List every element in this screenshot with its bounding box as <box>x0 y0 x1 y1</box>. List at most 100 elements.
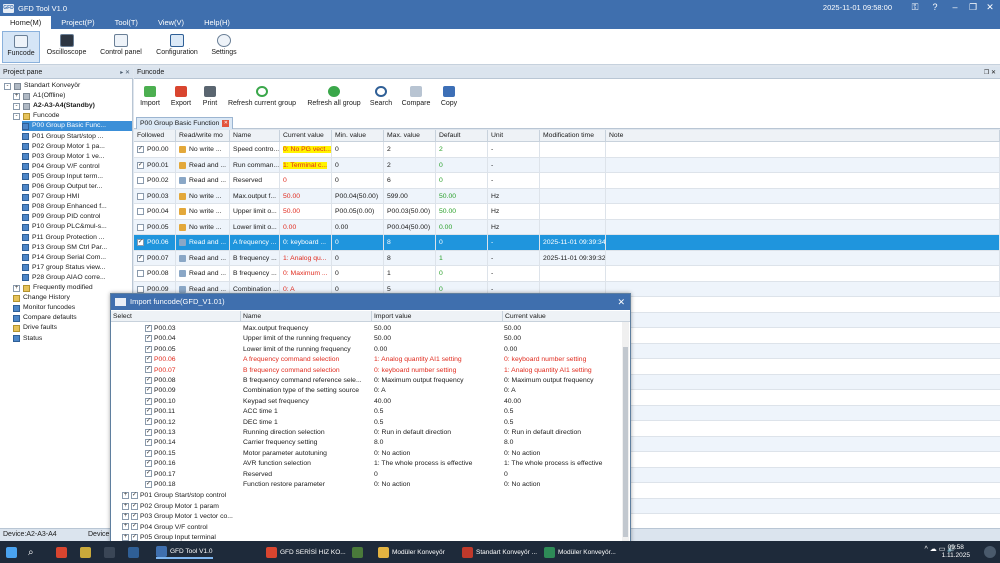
table-row[interactable]: ✓ P00.06 Read and ... A frequency ... 0: key… <box>134 235 1000 251</box>
control-panel-button[interactable]: Control panel <box>96 31 146 63</box>
expand-icon[interactable]: + <box>13 92 20 100</box>
tree-item[interactable]: P01 Group Start/stop ... <box>22 132 103 142</box>
notification-icon[interactable] <box>984 546 996 558</box>
import-row[interactable]: ✓ P00.18 Function restore parameter 0: No a… <box>111 480 623 490</box>
maximize-button[interactable]: ❐ <box>966 1 980 14</box>
tree-item[interactable]: P14 Group Serial Com... <box>22 253 106 263</box>
tree-item[interactable]: P02 Group Motor 1 pa... <box>22 142 105 152</box>
import-checkbox[interactable]: ✓ <box>145 355 152 363</box>
tree-item[interactable]: Change History <box>13 293 70 303</box>
followed-checkbox[interactable]: ✓ <box>137 239 144 246</box>
import-button[interactable]: Import <box>138 83 162 107</box>
import-checkbox[interactable]: ✓ <box>145 387 152 395</box>
table-row[interactable]: P00.02 Read and ... Reserved 0 0 6 0 - <box>134 173 1000 189</box>
search-button[interactable]: Search <box>368 83 394 107</box>
followed-checkbox[interactable]: ✓ <box>137 146 144 153</box>
settings-button[interactable]: Settings <box>207 31 241 63</box>
column-header[interactable]: Modification time <box>540 130 606 142</box>
import-row[interactable]: ✓ P00.16 AVR function selection 1: The whol… <box>111 459 623 469</box>
app-icon-red[interactable] <box>56 545 70 559</box>
tree-item[interactable]: P13 Group SM Ctrl Par... <box>22 243 107 253</box>
help-icon[interactable]: ? <box>928 1 942 14</box>
expand-icon[interactable]: + <box>122 512 129 520</box>
group-checkbox[interactable]: ✓ <box>131 502 138 510</box>
tree-item[interactable]: + A1(Offline) <box>13 91 65 101</box>
import-row[interactable]: ✓ P00.06 A frequency command selection 1: A… <box>111 355 623 365</box>
import-row[interactable]: ✓ P00.07 B frequency command selection 0: k… <box>111 366 623 376</box>
close-button[interactable]: ✕ <box>983 1 997 14</box>
column-header[interactable]: Min. value <box>332 130 384 142</box>
import-checkbox[interactable]: ✓ <box>145 397 152 405</box>
menu-project[interactable]: Project(P) <box>51 16 104 29</box>
table-row[interactable]: P00.08 Read and ... B frequency ... 0: Maxi… <box>134 266 1000 282</box>
tree-item[interactable]: P06 Group Output ter... <box>22 182 102 192</box>
column-header[interactable]: Default <box>436 130 488 142</box>
taskbar-app[interactable]: GFD SERİSİ HIZ KO... <box>266 545 346 559</box>
app-icon-blue[interactable] <box>128 545 142 559</box>
import-row[interactable]: ✓ P00.13 Running direction selection 0: Run… <box>111 428 623 438</box>
tab-p00-group[interactable]: P00 Group Basic Function ✕ <box>136 117 234 129</box>
import-checkbox[interactable]: ✓ <box>145 480 152 488</box>
expand-icon[interactable]: + <box>122 492 129 500</box>
followed-checkbox[interactable] <box>137 192 144 200</box>
dialog-close-button[interactable]: ✕ <box>617 294 625 310</box>
import-group-row[interactable]: + ✓ P04 Group V/F control <box>111 523 623 533</box>
followed-checkbox[interactable] <box>137 270 144 277</box>
app-icon-tool[interactable] <box>80 545 94 559</box>
import-checkbox[interactable]: ✓ <box>145 366 152 374</box>
tree-item[interactable]: - Standart Konveyör <box>4 81 80 91</box>
menu-view[interactable]: View(V) <box>148 16 194 29</box>
followed-checkbox[interactable] <box>137 285 144 293</box>
menu-home[interactable]: Home(M) <box>0 16 52 29</box>
note-cell[interactable] <box>606 188 1000 204</box>
expand-icon[interactable]: + <box>122 502 129 510</box>
start-button[interactable] <box>6 545 20 559</box>
tree-item[interactable]: P05 Group Input term... <box>22 172 103 182</box>
column-header[interactable]: Current value <box>280 130 332 142</box>
tree-item[interactable]: P10 Group PLC&mul-s... <box>22 222 107 232</box>
note-cell[interactable] <box>606 142 1000 157</box>
tree-item[interactable]: P00 Group Basic Func... <box>22 121 132 132</box>
table-row[interactable]: P00.05 No write ... Lower limit o... 0.00 0.… <box>134 219 1000 235</box>
tree-item[interactable]: P28 Group AIAO corre... <box>22 273 106 283</box>
import-checkbox[interactable]: ✓ <box>145 449 152 457</box>
tree-item[interactable]: P17 group Status view... <box>22 263 105 273</box>
pane-pin-icon[interactable]: ▸ ✕ <box>120 67 130 79</box>
taskbar-clock[interactable]: 09:58 1.11.2025 <box>942 544 970 560</box>
import-checkbox[interactable]: ✓ <box>145 345 152 353</box>
menu-tool[interactable]: Tool(T) <box>105 16 148 29</box>
note-cell[interactable] <box>606 219 1000 235</box>
refresh-current-group-button[interactable]: Refresh current group <box>226 83 298 107</box>
followed-checkbox[interactable] <box>137 223 144 231</box>
table-row[interactable]: P00.04 No write ... Upper limit o... 50.00 P… <box>134 204 1000 220</box>
tree-item[interactable]: P09 Group PID control <box>22 212 100 222</box>
import-row[interactable]: ✓ P00.12 DEC time 1 0.5 0.5 <box>111 418 623 428</box>
tree-item[interactable]: - A2-A3-A4(Standby) <box>13 101 95 111</box>
lock-icon[interactable]: ⚿ <box>908 1 922 14</box>
close-tab-icon[interactable]: ✕ <box>222 120 230 127</box>
taskbar-app[interactable]: Modüler Konveyör... <box>544 545 616 559</box>
import-checkbox[interactable]: ✓ <box>145 407 152 415</box>
import-row[interactable]: ✓ P00.09 Combination type of the setting s… <box>111 386 623 396</box>
note-cell[interactable] <box>606 173 1000 188</box>
import-row[interactable]: ✓ P00.05 Lower limit of the running freque… <box>111 345 623 355</box>
followed-checkbox[interactable] <box>137 208 144 215</box>
table-row[interactable]: P00.03 No write ... Max.output f... 50.00 P0… <box>134 188 1000 204</box>
followed-checkbox[interactable]: ✓ <box>137 254 144 262</box>
group-checkbox[interactable]: ✓ <box>131 533 138 541</box>
note-cell[interactable] <box>606 204 1000 219</box>
import-group-row[interactable]: + ✓ P01 Group Start/stop control <box>111 491 623 501</box>
import-checkbox[interactable]: ✓ <box>145 418 152 426</box>
tree-item[interactable]: P03 Group Motor 1 ve... <box>22 152 105 162</box>
tree-item[interactable]: P07 Group HMI <box>22 192 79 202</box>
table-row[interactable]: ✓ P00.07 Read and ... B frequency ... 1: Ana… <box>134 250 1000 266</box>
tree-item[interactable]: P11 Group Protection ... <box>22 233 104 243</box>
import-row[interactable]: ✓ P00.03 Max.output frequency 50.00 50.00 <box>111 324 623 334</box>
table-row[interactable]: ✓ P00.01 Read and ... Run comman... 1: Termi… <box>134 157 1000 173</box>
expand-icon[interactable]: + <box>13 284 20 292</box>
collapse-icon[interactable]: - <box>13 112 20 120</box>
tree-item[interactable]: Monitor funcodes <box>13 303 75 313</box>
compare-button[interactable]: Compare <box>400 83 432 107</box>
group-checkbox[interactable]: ✓ <box>131 512 138 520</box>
panel-restore-icon[interactable]: ❐ ✕ <box>984 67 996 79</box>
